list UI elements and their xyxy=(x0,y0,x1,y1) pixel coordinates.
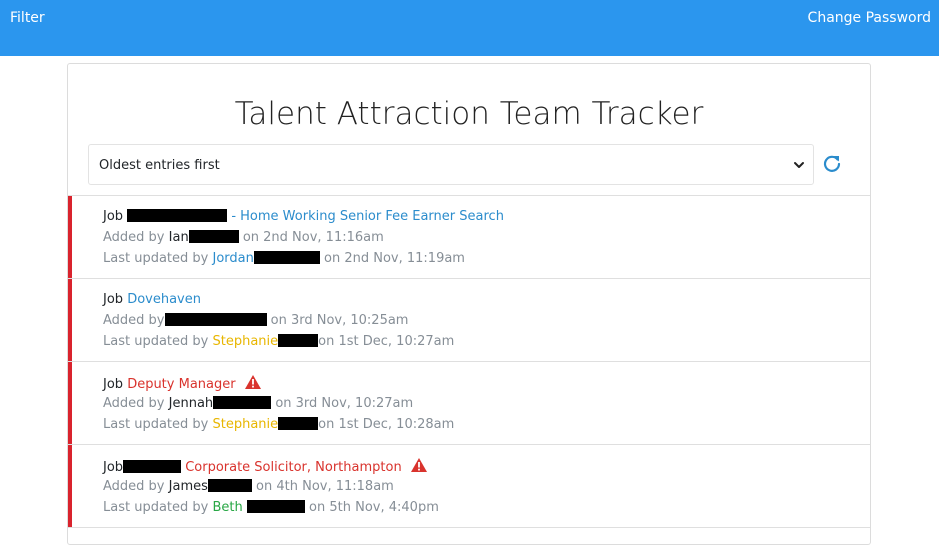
entry-job-line: Job Deputy Manager xyxy=(103,374,262,394)
job-title-link[interactable]: Deputy Manager xyxy=(127,377,235,392)
added-by-name: Ian xyxy=(168,230,189,245)
added-by-prefix: Added by xyxy=(103,313,165,328)
added-on-date: on 3rd Nov, 10:27am xyxy=(275,396,414,411)
sort-order-selected-value: Oldest entries first xyxy=(99,158,220,173)
updated-by-name: Beth xyxy=(212,500,243,515)
updated-by-prefix: Last updated by xyxy=(103,334,209,349)
page-title: Talent Attraction Team Tracker xyxy=(234,96,704,132)
job-prefix: Job xyxy=(103,292,124,307)
filter-link[interactable]: Filter xyxy=(10,9,45,27)
entry-added-line: Added by James on 4th Nov, 11:18am xyxy=(103,478,394,496)
job-title-link[interactable]: Corporate Solicitor, Northampton xyxy=(185,460,402,475)
redacted-block xyxy=(164,313,267,326)
updated-by-name: Jordan xyxy=(212,251,254,266)
job-title-link[interactable]: Dovehaven xyxy=(127,292,201,307)
added-by-prefix: Added by xyxy=(103,396,165,411)
redacted-block xyxy=(278,417,319,430)
warning-icon xyxy=(410,458,427,472)
updated-by-prefix: Last updated by xyxy=(103,251,209,266)
entry-job-line: Job Corporate Solicitor, Northampton xyxy=(103,457,428,477)
redacted-block xyxy=(123,460,182,473)
change-password-link[interactable]: Change Password xyxy=(808,9,931,27)
entry-updated-line: Last updated by Beth on 5th Nov, 4:40pm xyxy=(103,499,439,517)
job-prefix: Job xyxy=(103,460,124,475)
sort-order-select[interactable]: Oldest entries first xyxy=(88,144,814,185)
entry-job-line: Job Dovehaven xyxy=(103,291,201,309)
updated-by-prefix: Last updated by xyxy=(103,417,209,432)
added-by-name: Jennah xyxy=(168,396,214,411)
entry-added-line: Added by on 3rd Nov, 10:25am xyxy=(103,312,408,330)
job-prefix: Job xyxy=(103,377,124,392)
entry-job-line: Job - Home Working Senior Fee Earner Sea… xyxy=(103,208,504,226)
updated-on-date: on 1st Dec, 10:27am xyxy=(318,334,455,349)
added-by-prefix: Added by xyxy=(103,230,165,245)
updated-by-name: Stephanie xyxy=(212,417,279,432)
updated-by-prefix: Last updated by xyxy=(103,500,209,515)
list-item[interactable]: Job Dovehaven Added by on 3rd Nov, 10:25… xyxy=(68,279,870,362)
job-prefix: Job xyxy=(103,209,124,224)
refresh-icon[interactable] xyxy=(822,153,842,173)
list-item[interactable]: Job - Home Working Senior Fee Earner Sea… xyxy=(68,196,870,279)
tracker-panel: Talent Attraction Team Tracker Oldest en… xyxy=(67,63,871,545)
redacted-block xyxy=(188,230,239,243)
entry-updated-line: Last updated by Jordan on 2nd Nov, 11:19… xyxy=(103,250,465,268)
redacted-block xyxy=(246,500,305,513)
added-by-name: James xyxy=(168,479,208,494)
navbar: Filter Change Password xyxy=(0,0,939,56)
redacted-block xyxy=(213,396,272,409)
updated-on-date: on 5th Nov, 4:40pm xyxy=(309,500,439,515)
chevron-down-icon xyxy=(794,162,804,168)
entries-list: Job - Home Working Senior Fee Earner Sea… xyxy=(68,196,870,528)
redacted-block xyxy=(127,209,228,222)
added-on-date: on 2nd Nov, 11:16am xyxy=(242,230,384,245)
added-on-date: on 3rd Nov, 10:25am xyxy=(270,313,409,328)
entry-updated-line: Last updated by Stephanie on 1st Dec, 10:… xyxy=(103,333,454,351)
added-on-date: on 4th Nov, 11:18am xyxy=(256,479,394,494)
redacted-block xyxy=(253,251,320,264)
list-item[interactable]: Job Corporate Solicitor, Northampton Add… xyxy=(68,445,870,528)
updated-on-date: on 2nd Nov, 11:19am xyxy=(324,251,465,266)
redacted-block xyxy=(207,479,252,492)
warning-icon xyxy=(244,375,261,389)
updated-by-name: Stephanie xyxy=(212,334,279,349)
redacted-block xyxy=(278,334,319,347)
list-item[interactable]: Job Deputy Manager Added by Jennah on 3r… xyxy=(68,362,870,445)
entry-updated-line: Last updated by Stephanie on 1st Dec, 10:… xyxy=(103,416,454,434)
entry-added-line: Added by Jennah on 3rd Nov, 10:27am xyxy=(103,395,413,413)
entry-added-line: Added by Ian on 2nd Nov, 11:16am xyxy=(103,229,384,247)
updated-on-date: on 1st Dec, 10:28am xyxy=(318,417,455,432)
added-by-prefix: Added by xyxy=(103,479,165,494)
job-title-link[interactable]: - Home Working Senior Fee Earner Search xyxy=(231,209,504,224)
